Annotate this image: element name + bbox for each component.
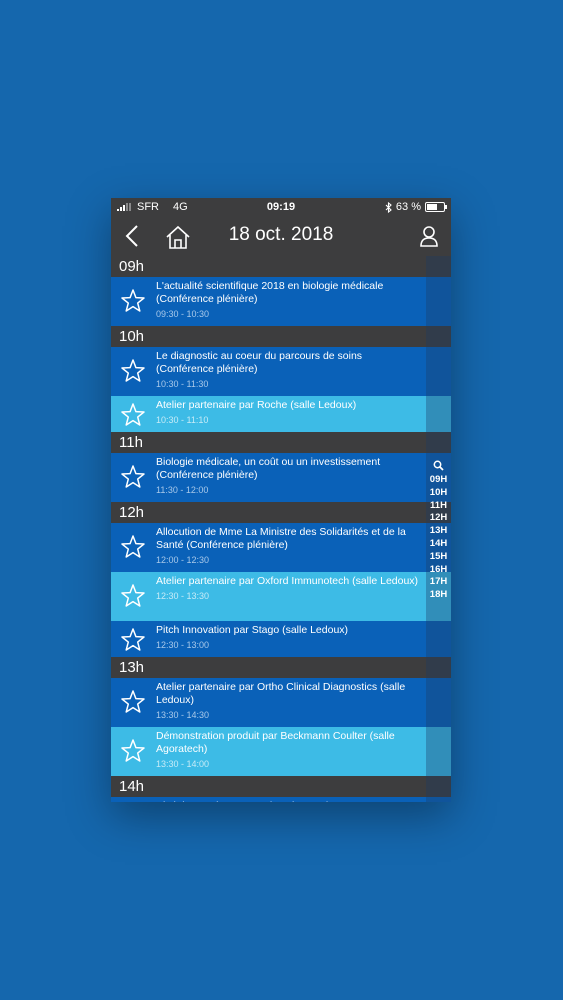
session-item[interactable]: Atelier partenaire par Ortho Clinical Di… xyxy=(111,678,451,727)
search-icon[interactable] xyxy=(433,460,444,471)
session-content: Atelier partenaire par Ortho Clinical Di… xyxy=(111,678,451,721)
hour-header: 11h xyxy=(111,432,451,453)
session-title: Biologie médicale, un coût ou un investi… xyxy=(156,456,381,481)
session-item[interactable]: Le diagnostic au coeur du parcours de so… xyxy=(111,347,451,396)
page-title: 18 oct. 2018 xyxy=(228,224,334,245)
hour-index-item[interactable]: 11H xyxy=(426,500,451,513)
hour-header: 14h xyxy=(111,776,451,797)
session-title: Atelier partenaire par Ortho Clinical Di… xyxy=(156,681,406,706)
user-icon[interactable] xyxy=(419,224,439,248)
hour-index-item[interactable]: 17H xyxy=(426,576,451,589)
session-content: Pitch Innovation par Stago (salle Ledoux… xyxy=(111,621,451,651)
session-time: 10:30 - 11:10 xyxy=(156,415,209,425)
hour-index-item[interactable]: 09H xyxy=(426,474,451,487)
hour-index-item[interactable]: 12H xyxy=(426,512,451,525)
session-time: 12:00 - 12:30 xyxy=(156,555,210,565)
star-icon[interactable] xyxy=(120,738,146,764)
session-time: 13:30 - 14:30 xyxy=(156,710,210,720)
session-content: Biologie médicale, un coût ou un investi… xyxy=(111,453,451,496)
session-item[interactable]: Démonstration produit par Beckmann Coult… xyxy=(111,727,451,776)
session-content: Le diagnostic au coeur du parcours de so… xyxy=(111,347,451,390)
session-title: Atelier partenaire par Roche (salle Ledo… xyxy=(156,399,357,411)
session-time: 12:30 - 13:00 xyxy=(156,640,210,650)
battery-icon xyxy=(425,202,447,212)
session-item[interactable]: Atelier partenaire par Oxford Immunotech… xyxy=(111,572,451,621)
session-item[interactable]: Pitch Innovation par Stago (salle Ledoux… xyxy=(111,621,451,657)
session-content: Atelier partenaire par Roche (salle Ledo… xyxy=(111,396,451,426)
session-title: Pitch innovation par Roche Diagnostics F… xyxy=(156,800,421,802)
session-content: Pitch innovation par Roche Diagnostics F… xyxy=(111,797,451,802)
hour-index-item[interactable]: 16H xyxy=(426,564,451,577)
hour-header: 12h xyxy=(111,502,451,523)
session-item[interactable]: Pitch innovation par Roche Diagnostics F… xyxy=(111,797,451,802)
hour-index: 09H 10H 11H 12H 13H 14H 15H 16H 17H 18H xyxy=(426,474,451,602)
hour-header: 10h xyxy=(111,326,451,347)
session-time: 09:30 - 10:30 xyxy=(156,309,210,319)
battery-label: 63 % xyxy=(395,201,421,213)
hour-index-item[interactable]: 13H xyxy=(426,525,451,538)
hour-index-item[interactable]: 14H xyxy=(426,538,451,551)
session-time: 10:30 - 11:30 xyxy=(156,379,209,389)
star-icon[interactable] xyxy=(120,689,146,715)
session-title: Démonstration produit par Beckmann Coult… xyxy=(156,730,395,755)
session-time: 12:30 - 13:30 xyxy=(156,591,210,601)
session-title: Atelier partenaire par Oxford Immunotech… xyxy=(156,575,419,587)
bluetooth-icon xyxy=(385,201,392,213)
session-time: 11:30 - 12:00 xyxy=(156,485,209,495)
star-icon[interactable] xyxy=(120,583,146,609)
session-title: L'actualité scientifique 2018 en biologi… xyxy=(156,280,384,305)
phone-screen: SFR 4G 09:19 63 % 18 oct. 2018 09h L'actu… xyxy=(111,198,451,802)
session-title: Pitch Innovation par Stago (salle Ledoux… xyxy=(156,624,349,636)
star-icon[interactable] xyxy=(120,534,146,560)
hour-index-item[interactable]: 10H xyxy=(426,487,451,500)
schedule-list[interactable]: 09h L'actualité scientifique 2018 en biol… xyxy=(111,256,451,802)
hour-index-sidebar[interactable]: 09H 10H 11H 12H 13H 14H 15H 16H 17H 18H xyxy=(426,256,451,802)
session-item[interactable]: Allocution de Mme La Ministre des Solida… xyxy=(111,523,451,572)
session-time: 13:30 - 14:00 xyxy=(156,759,210,769)
star-icon[interactable] xyxy=(120,402,146,428)
star-icon[interactable] xyxy=(120,358,146,384)
session-item[interactable]: L'actualité scientifique 2018 en biologi… xyxy=(111,277,451,326)
status-bar: SFR 4G 09:19 63 % xyxy=(111,198,451,216)
session-content: Allocution de Mme La Ministre des Solida… xyxy=(111,523,451,566)
star-icon[interactable] xyxy=(120,464,146,490)
session-item[interactable]: Atelier partenaire par Roche (salle Ledo… xyxy=(111,396,451,432)
hour-index-item[interactable]: 18H xyxy=(426,589,451,602)
status-right: 63 % xyxy=(385,201,447,213)
hour-index-item[interactable]: 15H xyxy=(426,551,451,564)
session-content: Atelier partenaire par Oxford Immunotech… xyxy=(111,572,451,602)
session-title: Le diagnostic au coeur du parcours de so… xyxy=(156,350,363,375)
star-icon[interactable] xyxy=(120,627,146,653)
star-icon[interactable] xyxy=(120,288,146,314)
hour-header: 09h xyxy=(111,256,451,277)
nav-bar: 18 oct. 2018 xyxy=(111,216,451,256)
session-content: Démonstration produit par Beckmann Coult… xyxy=(111,727,451,770)
session-content: L'actualité scientifique 2018 en biologi… xyxy=(111,277,451,320)
hour-header: 13h xyxy=(111,657,451,678)
session-title: Allocution de Mme La Ministre des Solida… xyxy=(156,526,406,551)
session-item[interactable]: Biologie médicale, un coût ou un investi… xyxy=(111,453,451,502)
